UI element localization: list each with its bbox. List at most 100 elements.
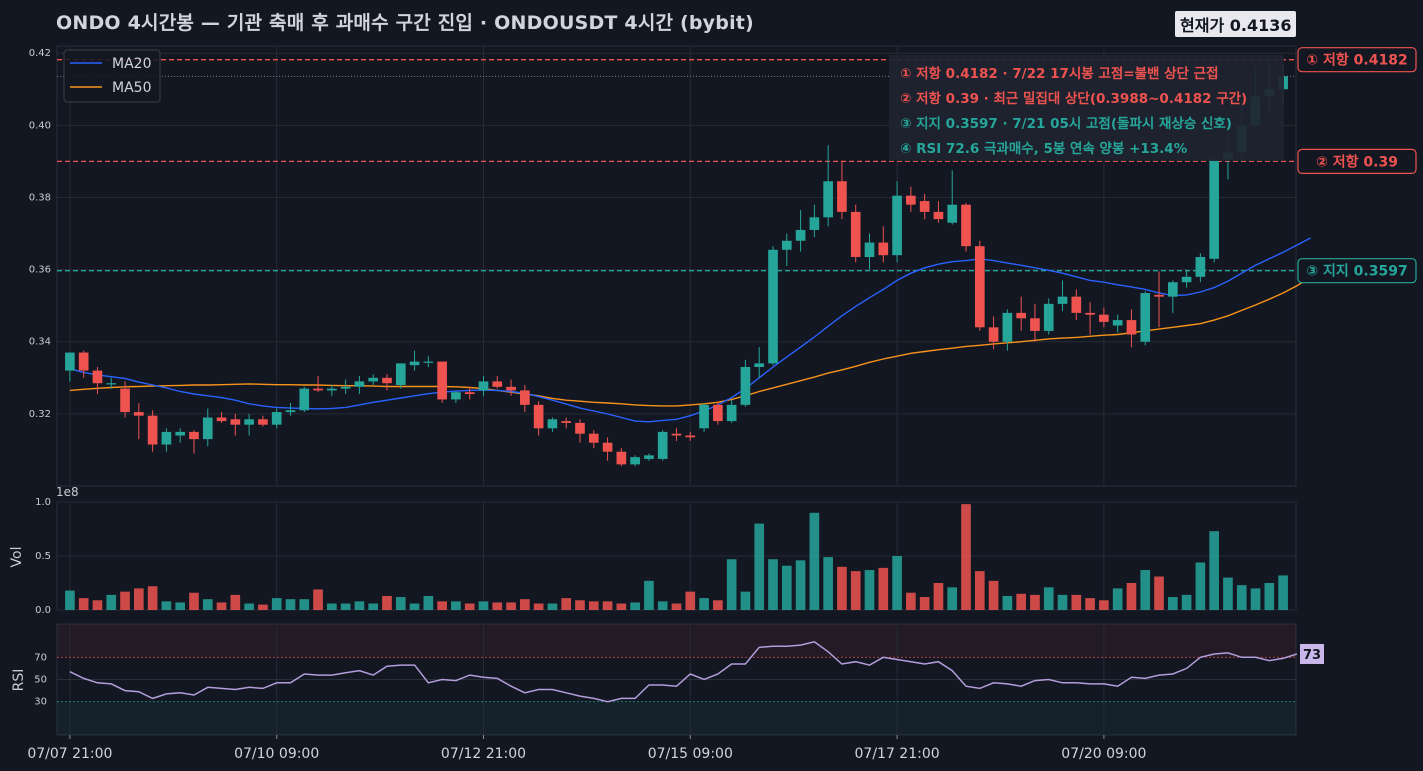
volume-bar	[726, 559, 737, 610]
candle-body	[437, 361, 447, 400]
candle-body	[244, 419, 254, 425]
volume-bar	[437, 601, 447, 610]
candle-body	[1030, 318, 1040, 331]
candle-body	[1071, 296, 1082, 313]
candle-body	[216, 417, 227, 422]
candle-body	[974, 246, 985, 328]
volume-bar	[616, 603, 627, 610]
volume-bar	[1264, 583, 1275, 610]
volume-bar	[754, 523, 765, 610]
candle-body	[795, 229, 806, 241]
candle-body	[561, 421, 572, 423]
volume-bar	[878, 567, 889, 610]
volume-bar	[864, 570, 875, 610]
volume-bar	[106, 594, 117, 610]
legend[interactable]: MA20 MA50	[63, 49, 161, 103]
level-label-text: ③ 지지 0.3597	[1306, 264, 1407, 280]
candle-body	[809, 217, 820, 230]
x-tick-label: 07/17 21:00	[855, 746, 940, 762]
candle-body	[878, 242, 889, 256]
price-tick-label: 0.34	[29, 337, 51, 348]
volume-bar	[961, 504, 971, 610]
volume-bar	[781, 565, 792, 610]
candle-body	[1112, 320, 1123, 326]
volume-bar	[478, 601, 489, 610]
candle-body	[671, 433, 682, 436]
candle-body	[837, 181, 847, 212]
candle-body	[781, 240, 792, 250]
volume-tick-label: 1.0	[35, 497, 51, 508]
candle-body	[850, 211, 861, 257]
volume-bar	[630, 602, 640, 610]
candle-body	[1057, 296, 1068, 304]
volume-bar	[216, 602, 227, 610]
candle-body	[1085, 312, 1095, 315]
volume-bar	[1030, 594, 1040, 610]
volume-bar	[823, 557, 833, 610]
level-label-text: ② 저항 0.39	[1316, 153, 1398, 170]
volume-tick-label: 0.0	[35, 605, 51, 616]
volume-bar	[327, 603, 337, 610]
candle-body	[299, 388, 310, 411]
volume-bar	[1209, 531, 1219, 610]
candle-body	[134, 412, 144, 416]
volume-bar	[175, 602, 186, 610]
volume-bar	[120, 591, 130, 610]
volume-bar	[837, 566, 847, 610]
volume-bar	[271, 598, 282, 610]
candle-body	[78, 352, 89, 371]
candle-body	[161, 431, 172, 445]
volume-bar	[423, 595, 434, 610]
volume-bar	[1278, 575, 1288, 610]
candle-body	[547, 419, 558, 429]
legend-ma20-label: MA20	[112, 56, 151, 72]
price-tick-label: 0.42	[29, 48, 51, 59]
annotation-text: ④ RSI 72.6 극과매수, 5봉 연속 양봉 +13.4%	[900, 141, 1188, 157]
volume-bar	[533, 603, 544, 610]
candle-body	[65, 352, 75, 371]
candle-body	[919, 201, 930, 212]
volume-bar	[1250, 588, 1261, 610]
candle-body	[1099, 314, 1109, 322]
volume-bar	[933, 583, 944, 610]
volume-bar	[1140, 570, 1151, 610]
candle-body	[230, 419, 241, 425]
chart-canvas: 73 07/07 21:00 07/10 09:00 07/12 21:00 07/1…	[9, 45, 1417, 762]
candle-body	[506, 386, 516, 391]
volume-bar	[1099, 600, 1109, 610]
volume-bar	[795, 560, 806, 610]
volume-bar	[1223, 577, 1233, 610]
rsi-last-value: 73	[1303, 648, 1321, 663]
candle-body	[630, 457, 640, 465]
candle-body	[588, 433, 599, 443]
volume-bar	[354, 601, 365, 610]
volume-bar	[285, 599, 296, 610]
volume-bar	[919, 597, 930, 610]
level-labels: ① 저항 0.4182 ② 저항 0.39 ③ 지지 0.3597	[1297, 47, 1417, 284]
candle-body	[1043, 303, 1054, 331]
candle-body	[327, 388, 337, 391]
candle-body	[285, 410, 296, 413]
candle-body	[768, 249, 778, 364]
candle-body	[685, 435, 696, 438]
volume-bar	[382, 595, 392, 610]
volume-axis-label: Vol	[9, 547, 25, 568]
candle-body	[892, 195, 902, 256]
volume-bar	[561, 598, 572, 610]
candle-body	[409, 361, 420, 366]
volume-bar	[313, 589, 323, 610]
volume-bar	[1043, 587, 1054, 610]
volume-bar	[657, 601, 668, 610]
volume-bar	[850, 571, 861, 610]
candle-body	[189, 431, 199, 440]
annotation-text: ① 저항 0.4182 · 7/22 17시봉 고점=불밴 상단 근접	[900, 65, 1219, 82]
volume-bar	[1195, 562, 1206, 610]
annotation-text: ③ 지지 0.3597 · 7/21 05시 고점(돌파시 재상승 신호)	[900, 115, 1232, 132]
candle-body	[478, 381, 489, 391]
candle-body	[1181, 276, 1192, 283]
volume-bar	[299, 599, 310, 610]
candle-body	[906, 195, 916, 205]
candle-body	[354, 381, 365, 387]
volume-bar	[988, 580, 999, 610]
candle-body	[202, 417, 213, 440]
